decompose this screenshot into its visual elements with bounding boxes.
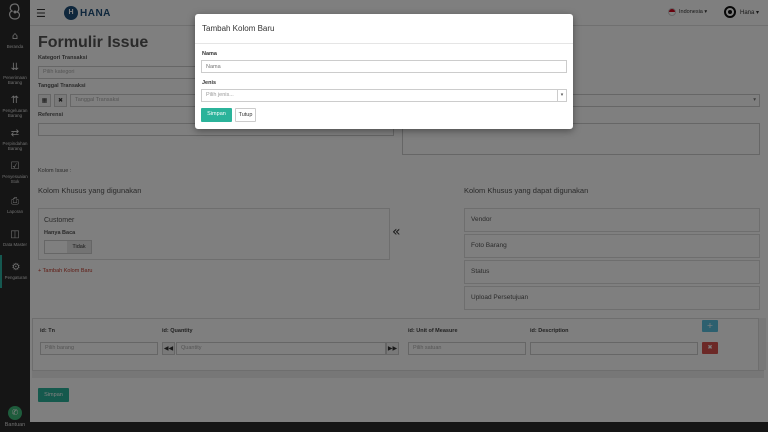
type-select[interactable]: Pilih jenis... ▾ <box>201 89 567 102</box>
chevron-down-icon: ▾ <box>557 90 566 101</box>
modal-close-button[interactable]: Tutup <box>235 108 256 122</box>
name-input[interactable] <box>201 60 567 73</box>
modal-save-button[interactable]: Simpan <box>201 108 232 122</box>
type-label: Jenis <box>202 80 217 86</box>
add-column-modal: Tambah Kolom Baru Nama Jenis Pilih jenis… <box>195 14 573 129</box>
modal-divider <box>195 43 573 44</box>
name-label: Nama <box>202 51 217 57</box>
modal-title: Tambah Kolom Baru <box>202 24 275 33</box>
